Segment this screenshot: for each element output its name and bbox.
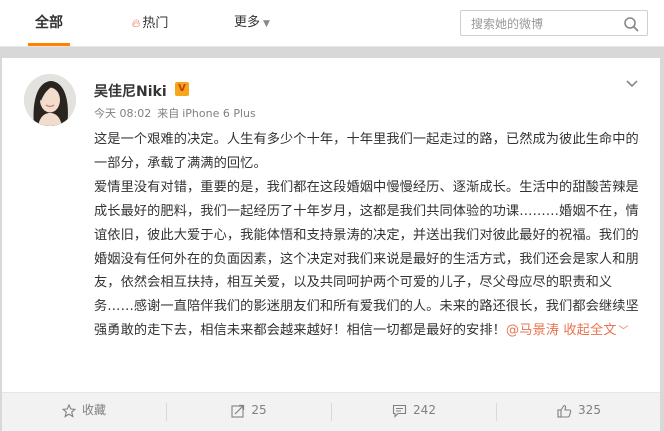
search-icon[interactable] [623,16,639,32]
tab-hot[interactable]: 🔥︎ 热门 [120,8,180,38]
avatar[interactable] [24,74,76,126]
mention-link[interactable]: @马景涛 [506,323,559,338]
post-paragraph: 这是一个艰难的决定。人生有多少个十年，十年里我们一起走过的路，已然成为彼此生命中… [94,132,639,171]
favorite-label: 收藏 [81,403,106,417]
avatar-image [24,74,76,126]
comment-icon [392,404,407,418]
post-paragraph-final: 爱情里没有对错，重要的是，我们都在这段婚姻中慢慢经历、逐渐成长。生活中的甜酸苦辣… [94,176,639,344]
thumbs-up-icon [557,404,572,418]
post-meta: 今天 08:02 来自 iPhone 6 Plus [94,105,262,121]
comment-button[interactable]: 242 [332,393,496,431]
verified-badge-icon[interactable]: V [175,82,189,96]
action-bar: 收藏 25 242 325 [2,392,660,431]
author-name[interactable]: 吴佳尼Niki [94,81,167,101]
post-source[interactable]: iPhone 6 Plus [182,107,256,120]
post-content: 这是一个艰难的决定。人生有多少个十年，十年里我们一起走过的路，已然成为彼此生命中… [94,128,639,344]
chevron-down-icon[interactable] [624,76,640,92]
search-box [460,10,648,36]
favorite-button[interactable]: 收藏 [2,393,166,431]
source-prefix: 来自 [157,107,180,120]
repost-count: 25 [251,403,267,417]
tab-all[interactable]: 全部 [0,8,98,46]
caret-down-icon: ▼ [263,19,270,29]
search-input[interactable] [469,14,613,34]
weibo-post-card: 吴佳尼Niki V 今天 08:02 来自 iPhone 6 Plus 这是一个艰难… [2,58,660,430]
collapse-button[interactable]: 收起全文 ﹀ [563,323,628,338]
star-icon [61,403,77,418]
comment-count: 242 [413,403,436,417]
collapse-label: 收起全文 [563,323,617,339]
tab-more[interactable]: 更多 ▼ [222,8,282,38]
top-nav-bar: 全部 🔥︎ 热门 更多 ▼ [0,0,664,47]
flame-icon: 🔥︎ [131,16,141,30]
tab-hot-label: 热门 [142,16,169,31]
like-count: 325 [578,403,601,417]
post-paragraph: 爱情里没有对错，重要的是，我们都在这段婚姻中慢慢经历、逐渐成长。生活中的甜酸苦辣… [94,179,639,339]
repost-button[interactable]: 25 [167,393,331,431]
collapse-arrow-icon: ﹀ [618,326,629,338]
tab-more-label: 更多 [234,15,261,30]
post-time[interactable]: 今天 08:02 [94,107,151,120]
tab-all-label: 全部 [35,15,63,31]
like-button[interactable]: 325 [497,393,661,431]
repost-icon [231,404,245,418]
active-tab-indicator [28,43,70,46]
